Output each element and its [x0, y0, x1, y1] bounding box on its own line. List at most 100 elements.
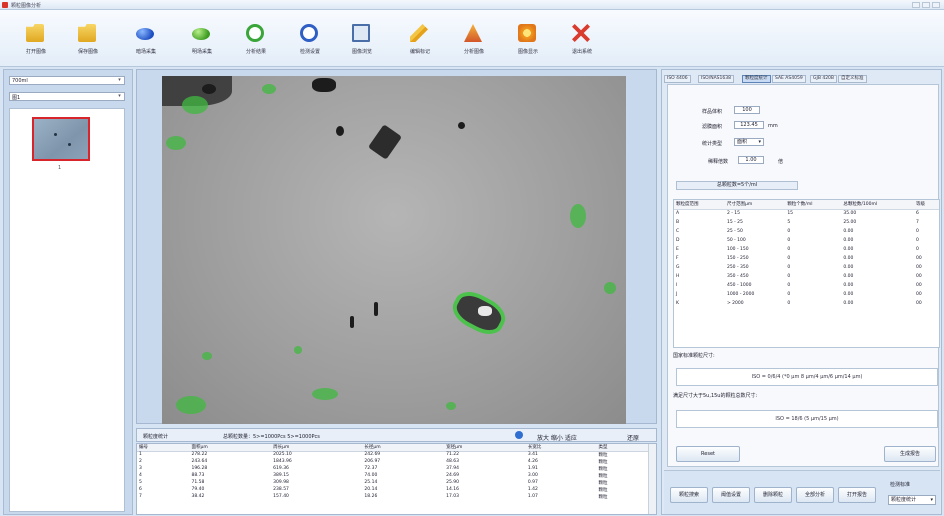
table-row[interactable]: I 450 - 1000 0 0.00 00	[674, 281, 939, 290]
image-display-button[interactable]: 图像显示	[502, 12, 554, 64]
cell: 278.22	[191, 452, 208, 458]
filter-area-field[interactable]: 123.45	[734, 121, 764, 129]
header-cell: 长径μm	[362, 444, 445, 452]
dilution-label: 稀释倍数	[708, 159, 729, 165]
reset-button[interactable]: Reset	[676, 446, 740, 462]
standard-select[interactable]: 颗粒度统计 ▾	[888, 495, 936, 505]
stats-bar: 颗粒度统计 总颗粒数量：5>=1000Pcs 5>=1000Pcs 放大 缩小 …	[136, 428, 657, 442]
dilution-field[interactable]: 1.00	[738, 156, 764, 164]
results-header-row: 编号 面积μm 周长μm 长径μm 宽径μm 长宽比 类型	[137, 444, 649, 452]
cell: 48.63	[446, 459, 460, 464]
left-panel: 700ml ▾ 图1 ▾ 1	[3, 69, 133, 515]
table-row[interactable]: E 100 - 150 0 0.00 0	[674, 245, 939, 254]
cell: 0	[787, 301, 791, 306]
cell: 14.16	[446, 487, 460, 492]
save-image-button[interactable]: 保存图像	[62, 12, 114, 64]
cell: A	[676, 211, 680, 217]
exit-button[interactable]: 退出系统	[556, 12, 608, 64]
analyze-image-button[interactable]: 分析图像	[448, 12, 500, 64]
table-row[interactable]: C 25 - 50 0 0.00 0	[674, 227, 939, 236]
minimize-button[interactable]	[912, 2, 920, 8]
standard-tabs: ISO 4406 ISO/NAS1638 颗粒度统计 SAE AS4059 GJ…	[664, 75, 940, 83]
table-row[interactable]: 2 243.64 1843.96 206.97 48.63 4.26 颗粒	[137, 458, 649, 465]
table-row[interactable]: 7 38.42 157.40 18.26 17.03 1.07 颗粒	[137, 493, 649, 500]
generate-report-button[interactable]: 生成报告	[884, 446, 936, 462]
cell: 6	[915, 211, 919, 217]
cell: 25 - 50	[726, 229, 743, 234]
cell: 17.03	[446, 494, 460, 499]
cell: 35.00	[843, 211, 857, 217]
thumbnail-list: 1	[9, 108, 125, 512]
cell: 619.36	[273, 466, 289, 471]
table-row[interactable]: B 15 - 25 5 25.00 7	[674, 218, 939, 227]
volume-select[interactable]: 700ml ▾	[9, 76, 125, 85]
stat-type-select[interactable]: 面积 ▾	[734, 138, 764, 146]
delete-particle-button[interactable]: 删除颗粒	[754, 487, 792, 503]
tab-gjb-420b[interactable]: GJB 420B	[810, 75, 838, 83]
dark-field-capture-button[interactable]: 暗场采集	[120, 12, 172, 64]
cell: 颗粒	[598, 480, 608, 486]
cell: 309.98	[273, 480, 289, 485]
cell: 2	[139, 459, 142, 464]
table-row[interactable]: K > 2000 0 0.00 00	[674, 299, 939, 308]
cell: 18.26	[364, 494, 378, 499]
edit-mark-button[interactable]: 编辑标记	[394, 12, 446, 64]
zoom-controls[interactable]: 放大 缩小 适应	[537, 433, 577, 442]
blue-ring-icon	[300, 24, 318, 42]
chevron-down-icon: ▾	[118, 77, 121, 83]
image-browse-button[interactable]: 图像浏览	[336, 12, 388, 64]
sample-volume-field[interactable]: 100	[734, 106, 760, 114]
tab-particle-stats[interactable]: 颗粒度统计	[742, 75, 771, 83]
analyze-all-button[interactable]: 全部分析	[796, 487, 834, 503]
open-image-button[interactable]: 打开图像	[10, 12, 62, 64]
cell: 00	[915, 265, 922, 270]
table-row[interactable]: D 50 - 100 0 0.00 0	[674, 236, 939, 245]
detection-settings-button[interactable]: 检测设置	[284, 12, 336, 64]
table-row[interactable]: J 1000 - 2000 0 0.00 00	[674, 290, 939, 299]
table-row[interactable]: A 2 - 15 15 35.00 6	[674, 209, 939, 218]
close-window-button[interactable]	[932, 2, 940, 8]
table-row[interactable]: 3 196.28 619.36 72.37 37.94 1.91 颗粒	[137, 465, 649, 472]
table-row[interactable]: F 150 - 250 0 0.00 00	[674, 254, 939, 263]
tab-iso-nas1638[interactable]: ISO/NAS1638	[698, 75, 734, 83]
bright-field-capture-button[interactable]: 明场采集	[176, 12, 228, 64]
table-row[interactable]: 6 79.40 238.57 20.14 14.16 1.42 颗粒	[137, 486, 649, 493]
tab-sae-as4059[interactable]: SAE AS4059	[772, 75, 806, 83]
cell: 0.00	[843, 301, 854, 306]
cell: 0	[787, 247, 791, 252]
table-row[interactable]: G 250 - 350 0 0.00 00	[674, 263, 939, 272]
cell: E	[676, 247, 679, 252]
tab-custom-standard[interactable]: 自定义标准	[838, 75, 867, 83]
cell: 5	[139, 480, 142, 485]
cell: 38.42	[191, 494, 205, 499]
table-row[interactable]: 5 71.58 309.98 25.14 25.90 0.97 颗粒	[137, 479, 649, 486]
image-thumbnail[interactable]	[32, 117, 90, 161]
cell: 颗粒	[598, 487, 608, 493]
green-mark	[176, 396, 206, 414]
filter-area-unit: mm	[768, 123, 778, 129]
header-cell: 长宽比	[525, 444, 597, 452]
table-row[interactable]: 4 88.73 389.15 74.00 24.69 3.00 颗粒	[137, 472, 649, 479]
particle-search-button[interactable]: 颗粒搜索	[670, 487, 708, 503]
green-mark	[166, 136, 186, 150]
analysis-result-button[interactable]: 分析结果	[230, 12, 282, 64]
image-select[interactable]: 图1 ▾	[9, 92, 125, 101]
distribution-header-row: 颗粒度范围 尺寸范围μm 颗粒个数/ml 总颗粒数/100ml 等级	[674, 200, 939, 210]
maximize-button[interactable]	[922, 2, 930, 8]
cell: 1000 - 2000	[726, 292, 755, 297]
table-row[interactable]: 1 278.22 2025.10 242.69 71.22 3.41 颗粒	[137, 451, 649, 458]
reset-view-button[interactable]: 还原	[627, 433, 639, 442]
open-report-button[interactable]: 打开报告	[838, 487, 876, 503]
microscope-image[interactable]	[162, 76, 626, 424]
cell: 250 - 350	[726, 265, 749, 270]
cell: 71.22	[446, 452, 460, 458]
tool-label: 退出系统	[571, 49, 592, 55]
cell: 7	[915, 220, 919, 225]
tab-iso-4406[interactable]: ISO 4406	[664, 75, 691, 83]
table-row[interactable]: H 350 - 450 0 0.00 00	[674, 272, 939, 281]
threshold-settings-button[interactable]: 阈值设置	[712, 487, 750, 503]
results-scrollbar[interactable]	[648, 444, 656, 514]
cell: G	[676, 265, 680, 270]
refresh-icon[interactable]	[515, 431, 523, 439]
image-select-value: 图1	[12, 95, 21, 101]
